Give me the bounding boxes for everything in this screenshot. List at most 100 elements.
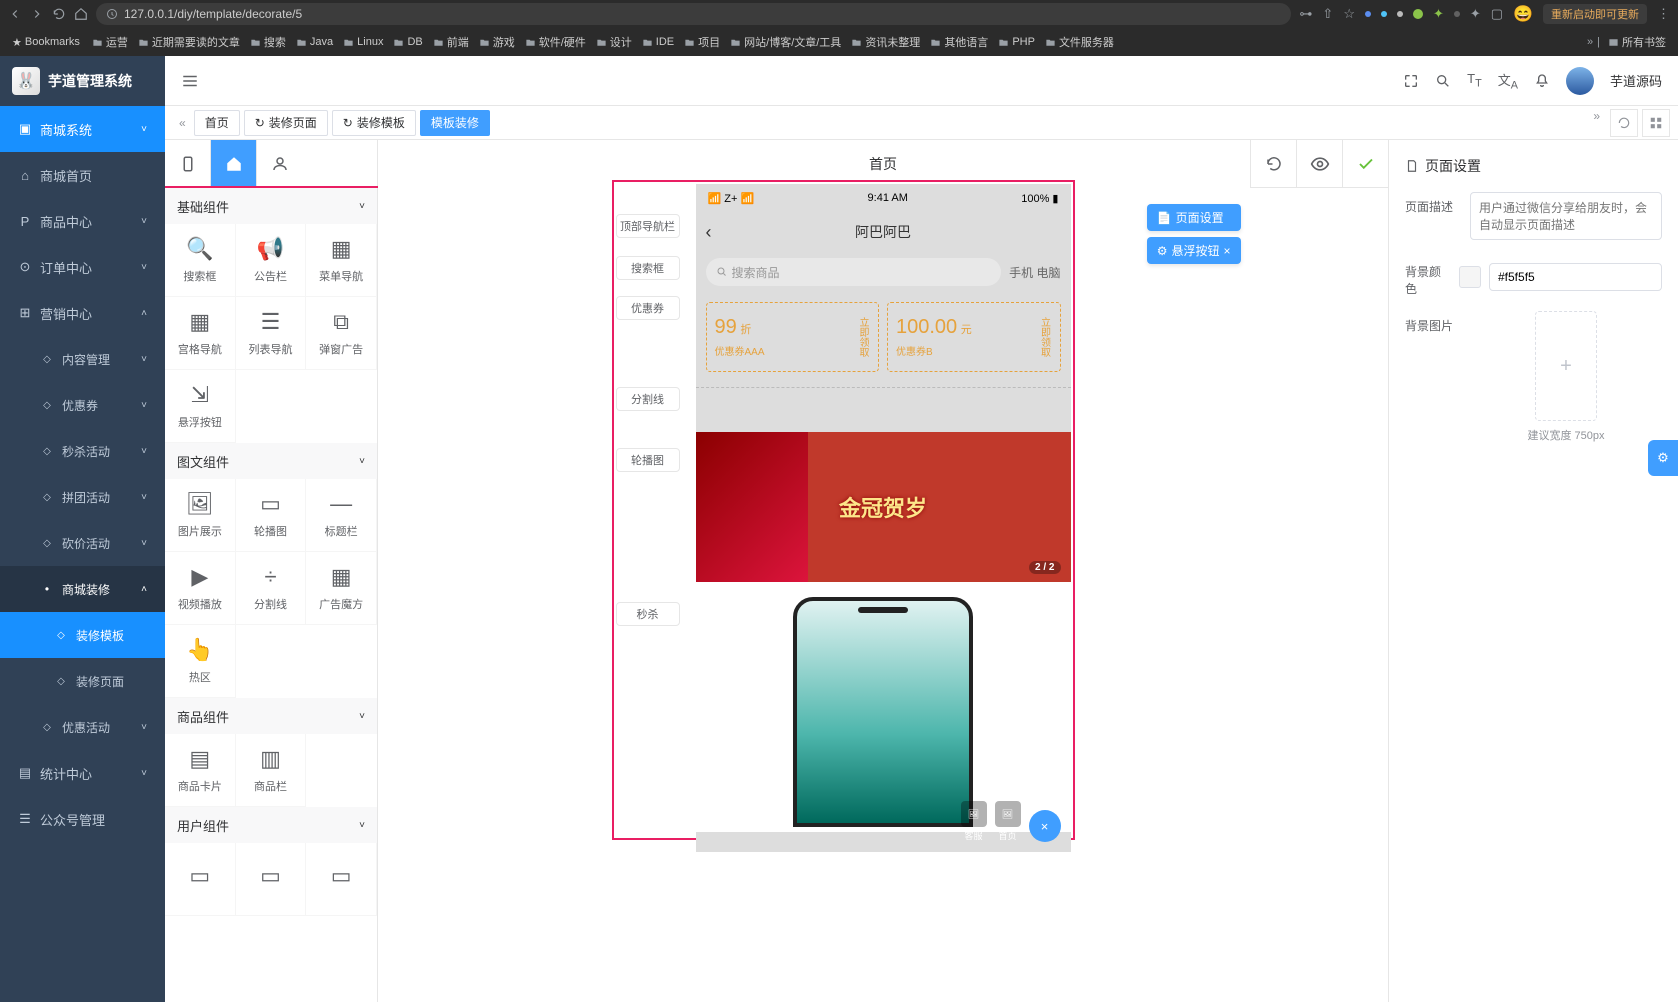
bookmark-folder[interactable]: 游戏 (475, 34, 519, 50)
comp-item[interactable]: ÷分割线 (236, 552, 307, 625)
bookmark-folder[interactable]: 项目 (680, 34, 724, 50)
key-icon[interactable]: ⊶ (1299, 6, 1312, 22)
tab[interactable]: ↻装修模板 (332, 110, 416, 136)
coupon[interactable]: 100.00 元优惠券B立即领取 (887, 302, 1061, 372)
desc-textarea[interactable] (1470, 192, 1662, 240)
bookmark-folder[interactable]: 前端 (429, 34, 473, 50)
nav-forward-icon[interactable] (30, 7, 44, 21)
app-logo[interactable]: 🐰 芋道管理系统 (0, 56, 165, 106)
nav-back-icon[interactable] (8, 7, 22, 21)
comp-item[interactable]: ▭ (306, 843, 377, 916)
comp-item[interactable]: ▦宫格导航 (165, 297, 236, 370)
sidebar-item[interactable]: ◇砍价活动˅ (0, 520, 165, 566)
tab-grid-button[interactable] (1642, 109, 1670, 137)
home-icon[interactable] (74, 7, 88, 21)
mode-user-tab[interactable] (257, 140, 303, 188)
reset-button[interactable] (1250, 140, 1296, 188)
bookmark-folder[interactable]: PHP (994, 34, 1039, 50)
comp-group-header[interactable]: 图文组件˅ (165, 443, 377, 479)
comp-item[interactable]: —标题栏 (306, 479, 377, 552)
ext-icon[interactable] (1413, 7, 1423, 22)
sidebar-item[interactable]: ◇优惠券˅ (0, 382, 165, 428)
ext-icon[interactable] (1397, 11, 1403, 17)
comp-item[interactable]: 🖼图片展示 (165, 479, 236, 552)
profile-icon[interactable]: 😄 (1513, 4, 1533, 24)
sidebar-item[interactable]: ⊙订单中心˅ (0, 244, 165, 290)
bookmark-folder[interactable]: 软件/硬件 (521, 34, 590, 50)
phone-carousel[interactable]: 金冠贺岁 2 / 2 (696, 432, 1071, 582)
component-label[interactable]: 轮播图 (616, 448, 680, 472)
phone-fab-close[interactable]: × (1029, 810, 1061, 842)
bookmark-folder[interactable]: 设计 (592, 34, 636, 50)
phone-fab-service[interactable]: 🖼客服 (961, 801, 987, 842)
component-label[interactable]: 分割线 (616, 387, 680, 411)
sidebar-item[interactable]: ◇装修模板 (0, 612, 165, 658)
comp-group-header[interactable]: 用户组件˅ (165, 807, 377, 843)
comp-item[interactable]: ▤商品卡片 (165, 734, 236, 807)
sidebar-item[interactable]: ⌂商城首页 (0, 152, 165, 198)
sidebar-item[interactable]: ◇秒杀活动˅ (0, 428, 165, 474)
phone-nav-bar[interactable]: ‹ 阿巴阿巴 (696, 212, 1071, 252)
phone-product[interactable] (696, 582, 1071, 832)
bookmark-folder[interactable]: IDE (638, 34, 678, 50)
comp-item[interactable]: ☰列表导航 (236, 297, 307, 370)
coupon[interactable]: 99 折优惠券AAA立即领取 (706, 302, 880, 372)
comp-item[interactable]: ▦广告魔方 (306, 552, 377, 625)
all-bookmarks[interactable]: 所有书签 (1604, 34, 1670, 50)
bookmarks-label[interactable]: ★ Bookmarks (8, 36, 84, 49)
color-swatch[interactable] (1459, 266, 1481, 288)
menu-icon[interactable]: ⋮ (1657, 6, 1670, 22)
fullscreen-icon[interactable] (1403, 73, 1419, 89)
comp-item[interactable]: 👆热区 (165, 625, 236, 698)
bookmark-folder[interactable]: DB (389, 34, 426, 50)
component-label[interactable]: 搜索框 (616, 256, 680, 280)
component-label[interactable]: 优惠券 (616, 296, 680, 320)
float-tag-page-settings[interactable]: 📄 页面设置 (1147, 204, 1241, 231)
sidebar-item[interactable]: ◇装修页面 (0, 658, 165, 704)
avatar[interactable] (1566, 67, 1594, 95)
comp-group-header[interactable]: 商品组件˅ (165, 698, 377, 734)
bell-icon[interactable] (1534, 73, 1550, 89)
mode-home-tab[interactable] (211, 140, 257, 188)
ext-icon[interactable] (1365, 11, 1371, 17)
sidebar-item[interactable]: ◇优惠活动˅ (0, 704, 165, 750)
tab-refresh-button[interactable] (1610, 109, 1638, 137)
bookmark-folder[interactable]: Linux (339, 34, 387, 50)
bookmark-folder[interactable]: 运营 (88, 34, 132, 50)
restart-button[interactable]: 重新启动即可更新 (1543, 4, 1647, 24)
translate-icon[interactable]: 文A (1498, 70, 1518, 92)
comp-item[interactable]: ▭轮播图 (236, 479, 307, 552)
star-icon[interactable]: ☆ (1343, 6, 1355, 22)
phone-divider[interactable] (696, 382, 1071, 392)
component-label[interactable]: 顶部导航栏 (616, 214, 680, 238)
phone-search-input[interactable]: 搜索商品 (706, 258, 1002, 286)
comp-item[interactable]: 📢公告栏 (236, 224, 307, 297)
ext-icon[interactable] (1381, 11, 1387, 17)
component-label[interactable]: 秒杀 (616, 602, 680, 626)
bookmark-folder[interactable]: 其他语言 (926, 34, 992, 50)
sidebar-item[interactable]: ☰公众号管理 (0, 796, 165, 842)
comp-item[interactable]: ⧉弹窗广告 (306, 297, 377, 370)
share-icon[interactable]: ⇧ (1322, 6, 1333, 22)
settings-fab[interactable]: ⚙ (1648, 440, 1678, 476)
phone-fab-home[interactable]: 🖼首页 (995, 801, 1021, 842)
tabs-prev-icon[interactable]: « (173, 116, 192, 130)
float-tag-fab[interactable]: ⚙ 悬浮按钮 × (1147, 237, 1241, 264)
tab[interactable]: 模板装修 (420, 110, 490, 136)
bookmark-folder[interactable]: Java (292, 34, 337, 50)
url-bar[interactable]: 127.0.0.1/diy/template/decorate/5 (96, 3, 1291, 25)
reload-icon[interactable] (52, 7, 66, 21)
sidebar-item[interactable]: P商品中心˅ (0, 198, 165, 244)
comp-group-header[interactable]: 基础组件˅ (165, 188, 377, 224)
bookmark-folder[interactable]: 近期需要读的文章 (134, 34, 244, 50)
comp-item[interactable]: ▶视频播放 (165, 552, 236, 625)
bookmark-folder[interactable]: 搜索 (246, 34, 290, 50)
ext-icon[interactable] (1454, 11, 1460, 17)
preview-button[interactable] (1296, 140, 1342, 188)
search-icon[interactable] (1435, 73, 1451, 89)
sidebar-item[interactable]: •商城装修˄ (0, 566, 165, 612)
tab[interactable]: ↻装修页面 (244, 110, 328, 136)
comp-item[interactable]: ▥商品栏 (236, 734, 307, 807)
hamburger-icon[interactable] (181, 72, 199, 90)
bookmark-folder[interactable]: 网站/博客/文章/工具 (726, 34, 845, 50)
